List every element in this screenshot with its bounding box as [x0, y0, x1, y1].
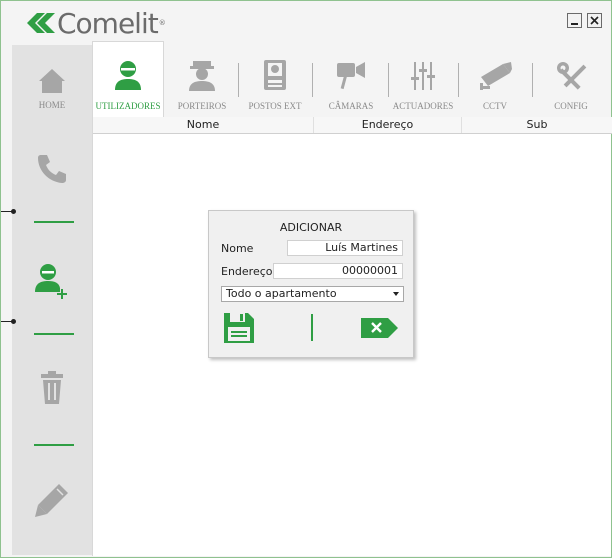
- tab-postos-ext[interactable]: POSTOS EXT: [240, 45, 310, 117]
- column-header-nome[interactable]: Nome: [93, 117, 314, 133]
- chevron-down-icon: [393, 292, 399, 296]
- tab-divider: [312, 63, 313, 97]
- comelit-logo-mark-icon: [27, 13, 55, 33]
- tab-divider: [388, 63, 389, 97]
- tab-label: CÂMARAS: [328, 101, 374, 111]
- tab-divider: [458, 63, 459, 97]
- tab-label: ACTUADORES: [392, 101, 454, 111]
- add-user-icon: [35, 264, 67, 299]
- column-header-endereco[interactable]: Endereço: [314, 117, 462, 133]
- tab-bar: UTILIZADORES PORTEIROS POSTOS EXT CÂMARA…: [92, 41, 611, 117]
- tab-label: CONFIG: [554, 101, 588, 111]
- apartment-select[interactable]: Todo o apartamento: [221, 286, 404, 302]
- connector-line: [1, 321, 13, 322]
- tab-label: CCTV: [482, 101, 507, 111]
- connector-line: [1, 211, 13, 212]
- save-icon: [224, 313, 254, 343]
- sidebar-item-delete[interactable]: [12, 371, 92, 405]
- tab-label: POSTOS EXT: [248, 101, 302, 111]
- tab-divider: [532, 63, 533, 97]
- pencil-icon: [35, 484, 68, 517]
- tab-divider: [238, 63, 239, 97]
- sliders-icon: [411, 62, 435, 90]
- sidebar-divider: [34, 444, 74, 446]
- user-icon: [115, 61, 141, 90]
- sidebar-item-add-user[interactable]: [12, 261, 92, 301]
- comelit-logo: Comelit ®: [23, 6, 166, 40]
- tab-porteiros[interactable]: PORTEIROS: [168, 45, 236, 117]
- cancel-icon: [361, 318, 398, 338]
- tab-cctv[interactable]: CCTV: [460, 45, 530, 117]
- name-label: Nome: [221, 242, 254, 255]
- cancel-button[interactable]: [361, 318, 399, 342]
- cctv-icon: [480, 62, 512, 90]
- dialog-title: ADICIONAR: [279, 221, 343, 234]
- sidebar-item-call[interactable]: [12, 151, 92, 185]
- tab-actuadores[interactable]: ACTUADORES: [390, 45, 456, 117]
- tab-label: PORTEIROS: [177, 101, 227, 111]
- sidebar-item-home[interactable]: HOME: [12, 67, 92, 110]
- tab-config[interactable]: CONFIG: [536, 45, 606, 117]
- dialog-divider: [311, 314, 313, 341]
- save-button[interactable]: [223, 312, 255, 348]
- add-user-dialog: ADICIONAR Nome Luís Martines Endereço 00…: [208, 210, 414, 358]
- sidebar-item-edit[interactable]: [12, 481, 92, 519]
- sidebar-divider: [34, 333, 74, 335]
- column-header-sub[interactable]: Sub: [462, 117, 612, 133]
- tools-icon: [557, 62, 587, 90]
- trash-icon: [41, 371, 63, 404]
- minimize-button[interactable]: [567, 13, 582, 28]
- tab-camaras[interactable]: CÂMARAS: [316, 45, 386, 117]
- sidebar: HOME: [12, 45, 92, 555]
- logo-registered-mark: ®: [158, 19, 166, 27]
- sidebar-divider: [34, 221, 74, 223]
- name-field[interactable]: Luís Martines: [287, 240, 403, 256]
- address-field[interactable]: 00000001: [273, 263, 403, 279]
- phone-icon: [38, 155, 66, 183]
- apartment-select-value: Todo o apartamento: [226, 287, 337, 300]
- close-button[interactable]: [587, 13, 602, 28]
- door-station-icon: [264, 60, 286, 90]
- table-header: Nome Endereço Sub: [93, 117, 612, 134]
- address-label: Endereço: [221, 265, 273, 278]
- camera-icon: [337, 62, 365, 90]
- home-icon: [39, 69, 65, 93]
- doorman-icon: [189, 61, 215, 91]
- minimize-icon: [571, 23, 578, 25]
- tab-utilizadores[interactable]: UTILIZADORES: [92, 41, 164, 117]
- tab-label: UTILIZADORES: [95, 101, 161, 111]
- sidebar-item-label: HOME: [38, 100, 66, 110]
- logo-text: Comelit: [57, 6, 159, 40]
- close-icon: [590, 16, 599, 25]
